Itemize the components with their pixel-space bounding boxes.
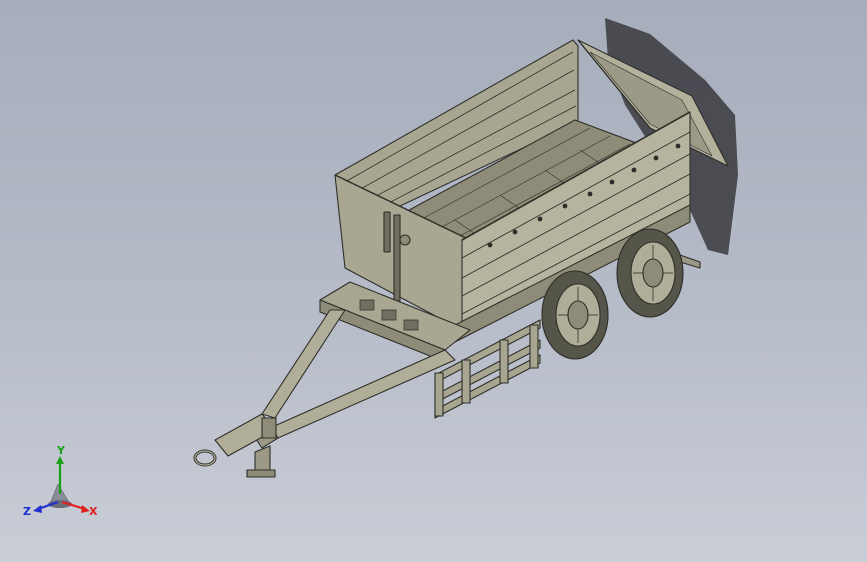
y-axis-label: Y — [56, 446, 66, 457]
front-hinge-post — [383, 211, 391, 253]
graphics-viewport[interactable]: Y X Z — [0, 0, 867, 562]
front-latch-post — [393, 214, 401, 302]
axis-triad: Y X Z — [23, 446, 98, 518]
tow-eye — [193, 449, 217, 467]
front-wheel — [541, 270, 609, 360]
z-axis-label: Z — [23, 505, 31, 518]
x-axis-label: X — [89, 505, 98, 518]
trailer-3d-model[interactable] — [0, 0, 867, 562]
rear-wheel — [616, 228, 684, 318]
